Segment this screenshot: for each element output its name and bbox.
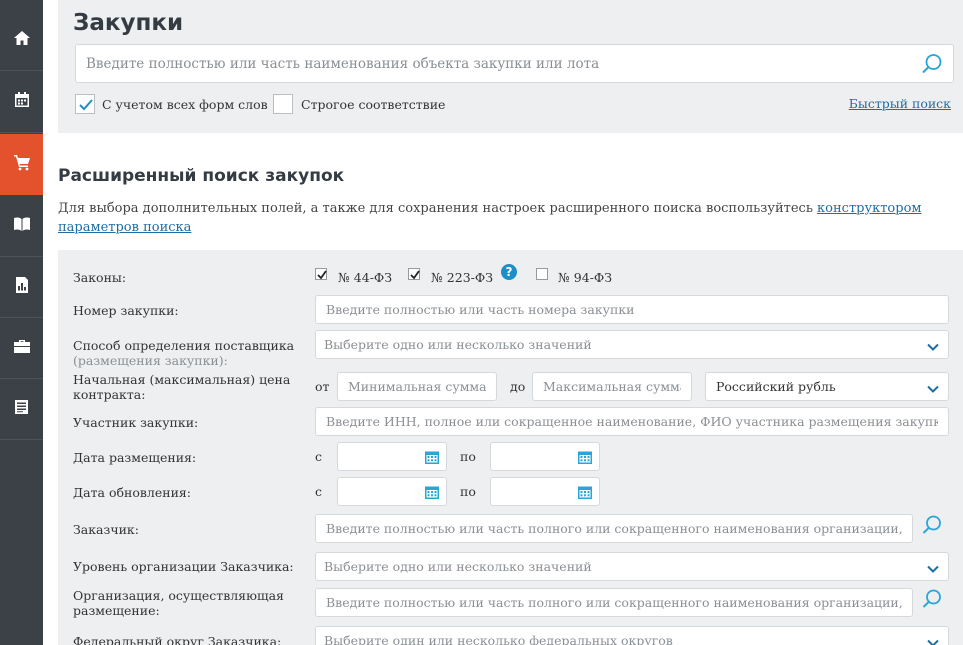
strict-match-label: Строгое соответствие	[301, 97, 446, 112]
quick-search-link[interactable]: Быстрый поиск	[849, 96, 951, 111]
search-input[interactable]	[86, 45, 906, 82]
sidebar-item-business[interactable]	[0, 318, 43, 379]
customer-level-placeholder: Выберите одно или несколько значений	[324, 559, 592, 574]
pub-date-label: Дата размещения:	[73, 450, 197, 465]
chevron-down-icon	[926, 381, 940, 395]
strict-match-checkbox[interactable]	[273, 94, 293, 114]
chevron-down-icon	[926, 339, 940, 353]
sidebar-item-library[interactable]	[0, 196, 43, 257]
advanced-search-title: Расширенный поиск закупок	[58, 166, 345, 186]
word-forms-label: С учетом всех форм слов	[102, 97, 268, 112]
number-field	[315, 295, 949, 324]
search-icon[interactable]	[921, 514, 943, 536]
participant-label: Участник закупки:	[73, 415, 199, 430]
number-input[interactable]	[326, 296, 938, 323]
placing-org-field	[315, 588, 913, 617]
district-select[interactable]: Выберите один или несколько федеральных …	[315, 626, 949, 645]
law-94-checkbox[interactable]	[536, 268, 548, 280]
page-title: Закупки	[73, 10, 184, 36]
participant-input[interactable]	[326, 408, 938, 435]
price-to-label: до	[510, 379, 526, 394]
upd-date-to-field[interactable]	[490, 477, 600, 506]
price-min-input[interactable]	[348, 373, 486, 400]
method-label: Способ определения поставщика	[73, 338, 295, 353]
upd-date-to-label: по	[460, 484, 476, 499]
pub-date-to-label: по	[460, 449, 476, 464]
pub-date-from-label: с	[315, 449, 323, 464]
price-max-field	[532, 372, 692, 401]
price-min-field	[337, 372, 497, 401]
search-box	[75, 44, 954, 83]
sidebar-item-documents[interactable]	[0, 379, 43, 440]
currency-select[interactable]: Российский рубль	[705, 372, 949, 401]
advanced-search-description: Для выбора дополнительных полей, а также…	[58, 199, 938, 237]
price-max-input[interactable]	[543, 373, 681, 400]
law-94-label: № 94-ФЗ	[558, 270, 613, 285]
sidebar-item-reports[interactable]	[0, 257, 43, 318]
method-sublabel: (размещения закупки):	[73, 353, 228, 368]
number-label: Номер закупки:	[73, 303, 179, 318]
help-icon[interactable]: ?	[501, 264, 517, 280]
book-icon	[13, 215, 31, 237]
customer-input[interactable]	[326, 515, 902, 542]
calendar-icon[interactable]	[577, 484, 593, 504]
quick-search-panel: Закупки С учетом всех форм слов Строгое …	[58, 0, 963, 133]
home-icon	[13, 29, 31, 51]
customer-label: Заказчик:	[73, 522, 139, 537]
currency-value: Российский рубль	[716, 379, 836, 394]
upd-date-from-field[interactable]	[337, 477, 447, 506]
search-icon[interactable]	[921, 588, 943, 610]
description-text: Для выбора дополнительных полей, а также…	[58, 201, 818, 216]
briefcase-icon	[13, 337, 31, 359]
calendar-icon[interactable]	[577, 449, 593, 469]
participant-field	[315, 407, 949, 436]
sidebar-item-calendar[interactable]	[0, 72, 43, 133]
law-223-checkbox[interactable]	[408, 268, 420, 280]
pub-date-from-field[interactable]	[337, 442, 447, 471]
sidebar-item-purchases[interactable]	[0, 134, 43, 195]
method-label-sub: (размещения закупки):	[73, 353, 228, 369]
method-select[interactable]: Выберите одно или несколько значений	[315, 330, 949, 359]
customer-level-label: Уровень организации Заказчика:	[73, 559, 294, 574]
law-44-label: № 44-ФЗ	[338, 270, 393, 285]
law-223-label: № 223-ФЗ	[431, 270, 494, 285]
customer-level-select[interactable]: Выберите одно или несколько значений	[315, 552, 949, 581]
placing-org-label-line1: Организация, осуществляющая	[73, 588, 284, 603]
document-icon	[13, 398, 31, 420]
calendar-icon[interactable]	[424, 449, 440, 469]
cart-icon	[13, 153, 31, 175]
price-from-label: от	[315, 379, 330, 394]
price-label-line2: контракта:	[73, 387, 146, 402]
pub-date-to-field[interactable]	[490, 442, 600, 471]
upd-date-label: Дата обновления:	[73, 485, 191, 500]
district-label: Федеральный округ Заказчика:	[73, 634, 282, 645]
report-icon	[13, 276, 31, 298]
method-select-placeholder: Выберите одно или несколько значений	[324, 337, 592, 352]
chevron-down-icon	[926, 635, 940, 645]
placing-org-label-line2: размещение:	[73, 603, 160, 618]
chevron-down-icon	[926, 561, 940, 575]
calendar-icon	[13, 91, 31, 113]
calendar-icon[interactable]	[424, 484, 440, 504]
word-forms-checkbox[interactable]	[75, 94, 95, 114]
upd-date-from-label: с	[315, 484, 323, 499]
customer-field	[315, 514, 913, 543]
law-44-checkbox[interactable]	[315, 268, 327, 280]
price-label-line1: Начальная (максимальная) цена	[73, 372, 291, 387]
district-placeholder: Выберите один или несколько федеральных …	[324, 633, 673, 645]
placing-org-input[interactable]	[326, 589, 902, 616]
sidebar	[0, 0, 43, 645]
search-icon[interactable]	[921, 53, 943, 75]
sidebar-item-home[interactable]	[0, 10, 43, 71]
advanced-search-form: Законы: № 44-ФЗ № 223-ФЗ ? № 94-ФЗ Номер…	[58, 250, 963, 645]
laws-label: Законы:	[73, 270, 127, 285]
